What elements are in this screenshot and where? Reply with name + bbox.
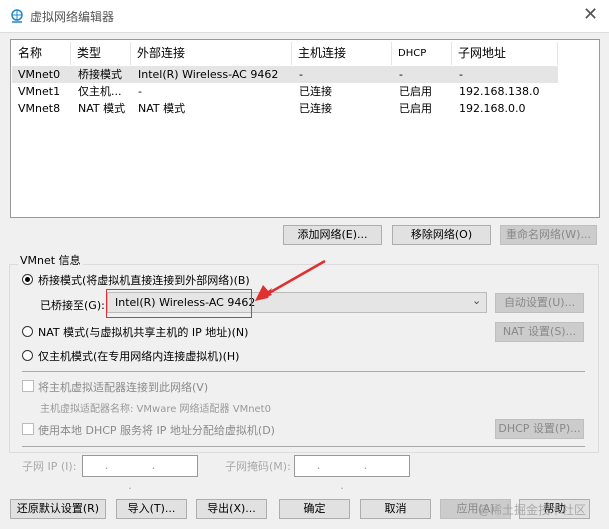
bridged-radio[interactable] xyxy=(22,274,33,285)
table-row[interactable]: VMnet0 桥接模式 Intel(R) Wireless-AC 9462 - … xyxy=(12,66,558,83)
cell-host: 已连接 xyxy=(299,102,332,115)
cell-name: VMnet0 xyxy=(18,68,61,81)
auto-settings-button[interactable]: 自动设置(U)... xyxy=(495,293,584,313)
dhcp-label: 使用本地 DHCP 服务将 IP 地址分配给虚拟机(D) xyxy=(38,424,275,437)
cell-type: NAT 模式 xyxy=(78,102,126,115)
cell-subnet: 192.168.0.0 xyxy=(459,102,526,115)
network-globe-icon xyxy=(11,9,23,23)
bridged-to-label: 已桥接至(G): xyxy=(40,299,105,312)
cell-host: 已连接 xyxy=(299,85,332,98)
hostonly-radio[interactable] xyxy=(22,350,33,361)
ok-button[interactable]: 确定 xyxy=(279,499,350,519)
column-header-external[interactable]: 外部连接 xyxy=(131,42,292,65)
cell-external: - xyxy=(138,85,142,98)
cell-name: VMnet8 xyxy=(18,102,61,115)
cell-type: 仅主机... xyxy=(78,85,122,98)
table-row[interactable]: VMnet1 仅主机... - 已连接 已启用 192.168.138.0 xyxy=(12,83,558,100)
chevron-down-icon: ⌄ xyxy=(472,294,482,307)
divider xyxy=(22,371,585,372)
subnet-ip-input[interactable]: . . . xyxy=(82,455,198,492)
table-row[interactable]: VMnet8 NAT 模式 NAT 模式 已连接 已启用 192.168.0.0 xyxy=(12,100,558,117)
window-title: 虚拟网络编辑器 xyxy=(30,10,115,24)
vmnet-info-label: VMnet 信息 xyxy=(18,252,83,268)
restore-defaults-button[interactable]: 还原默认设置(R) xyxy=(10,499,106,519)
network-list[interactable]: 名称 类型 外部连接 主机连接 DHCP 子网地址 VMnet0 桥接模式 In… xyxy=(10,39,600,218)
column-header-dhcp[interactable]: DHCP xyxy=(392,42,452,65)
dhcp-settings-button[interactable]: DHCP 设置(P)... xyxy=(495,419,584,439)
hostonly-label[interactable]: 仅主机模式(在专用网络内连接虚拟机)(H) xyxy=(38,348,239,364)
cell-external: NAT 模式 xyxy=(138,102,186,115)
rename-network-button[interactable]: 重命名网络(W)... xyxy=(500,225,597,245)
connect-adapter-checkbox[interactable] xyxy=(22,380,34,392)
column-header-subnet[interactable]: 子网地址 xyxy=(452,42,558,65)
cell-dhcp: 已启用 xyxy=(399,85,432,98)
cell-subnet: - xyxy=(459,68,463,81)
divider xyxy=(22,446,585,447)
nat-label[interactable]: NAT 模式(与虚拟机共享主机的 IP 地址)(N) xyxy=(38,324,248,340)
cell-name: VMnet1 xyxy=(18,85,61,98)
cell-host: - xyxy=(299,68,303,81)
column-header-host[interactable]: 主机连接 xyxy=(292,42,392,65)
dhcp-checkbox[interactable] xyxy=(22,423,34,435)
annotation-arrow-icon xyxy=(255,259,326,301)
cell-dhcp: - xyxy=(399,68,403,81)
nat-settings-button[interactable]: NAT 设置(S)... xyxy=(495,322,584,342)
column-header-type[interactable]: 类型 xyxy=(71,42,131,65)
annotation-highlight-box xyxy=(106,289,252,318)
cell-dhcp: 已启用 xyxy=(399,102,432,115)
adapter-name-text: 主机虚拟适配器名称: VMware 网络适配器 VMnet0 xyxy=(40,404,271,415)
watermark: @稀土掘金技术社区 xyxy=(478,503,587,517)
title-bar: 虚拟网络编辑器 ✕ xyxy=(0,0,609,33)
export-button[interactable]: 导出(X)... xyxy=(196,499,267,519)
connect-adapter-label: 将主机虚拟适配器连接到此网络(V) xyxy=(38,381,209,394)
close-icon[interactable]: ✕ xyxy=(583,4,598,25)
import-button[interactable]: 导入(T)... xyxy=(116,499,187,519)
cell-type: 桥接模式 xyxy=(78,68,122,81)
remove-network-button[interactable]: 移除网络(O) xyxy=(392,225,491,245)
subnet-mask-label: 子网掩码(M): xyxy=(225,460,291,473)
add-network-button[interactable]: 添加网络(E)... xyxy=(283,225,382,245)
bridged-label[interactable]: 桥接模式(将虚拟机直接连接到外部网络)(B) xyxy=(38,272,250,288)
nat-radio[interactable] xyxy=(22,326,33,337)
subnet-mask-input[interactable]: . . . xyxy=(294,455,410,492)
cancel-button[interactable]: 取消 xyxy=(360,499,431,519)
cell-external: Intel(R) Wireless-AC 9462 xyxy=(138,68,279,81)
column-header-name[interactable]: 名称 xyxy=(12,42,71,65)
cell-subnet: 192.168.138.0 xyxy=(459,85,540,98)
subnet-ip-label: 子网 IP (I): xyxy=(22,460,77,473)
